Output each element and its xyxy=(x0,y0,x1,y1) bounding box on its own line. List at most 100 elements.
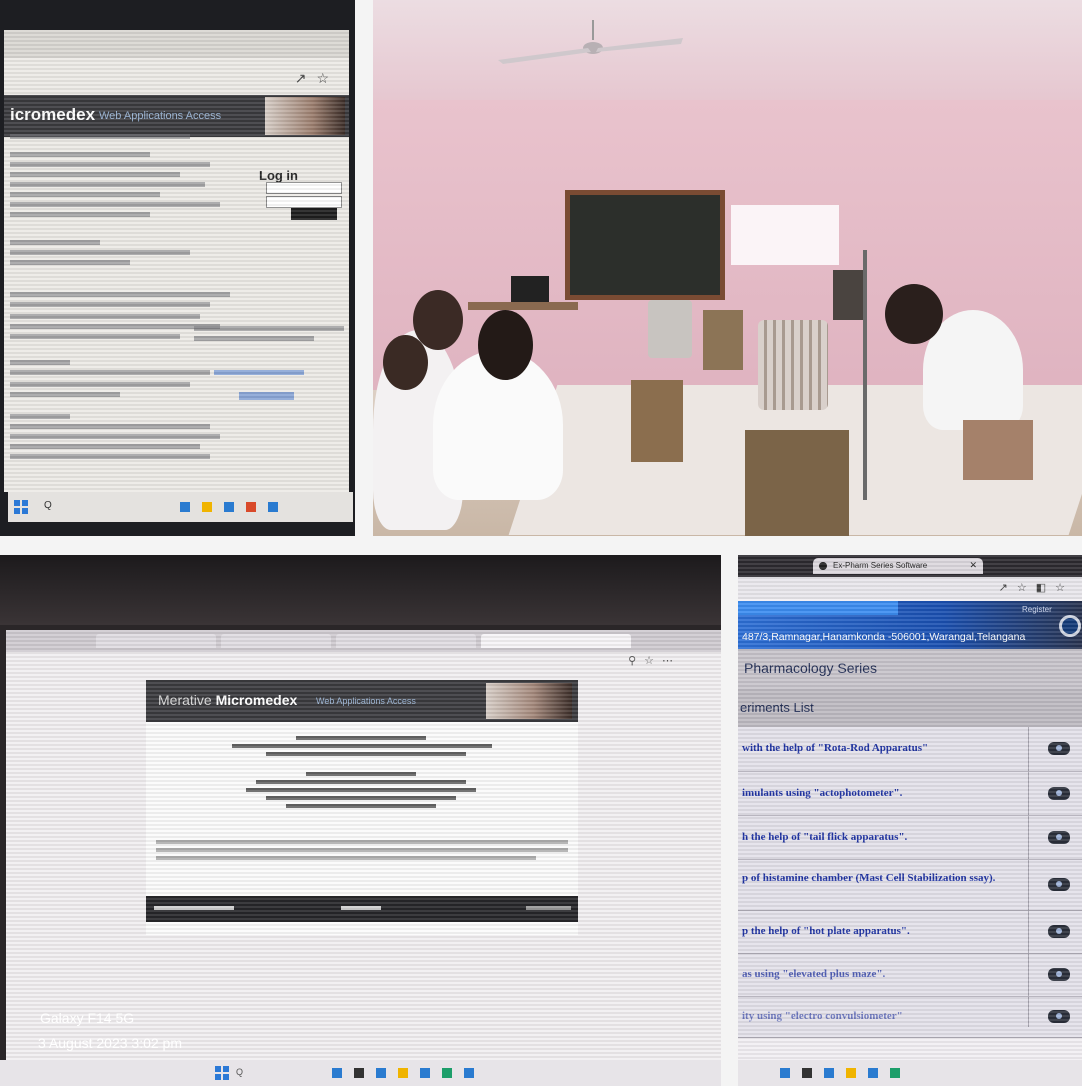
brand-subtitle: Web Applications Access xyxy=(316,696,416,706)
taskbar-app-icon[interactable] xyxy=(396,1066,410,1080)
apparatus-box xyxy=(703,310,743,370)
taskbar-app-icon[interactable] xyxy=(244,500,258,514)
micromedex-header: icromedex Web Applications Access xyxy=(4,95,349,137)
retort-rod xyxy=(863,250,867,500)
taskbar-app-icon[interactable] xyxy=(330,1066,344,1080)
software-screen: Ex-Pharm Series Software ✕ ↗☆◧☆ Register… xyxy=(738,555,1082,1060)
photo-pharmacology-lab xyxy=(373,0,1082,536)
experiment-row[interactable]: with the help of "Rota-Rod Apparatus" xyxy=(738,727,1082,772)
search-icon[interactable]: Q xyxy=(236,1067,243,1077)
windows-taskbar: Q xyxy=(0,1060,721,1086)
header-photo xyxy=(265,97,345,135)
photo-pharmacology-software: Ex-Pharm Series Software ✕ ↗☆◧☆ Register… xyxy=(738,555,1082,1086)
browser-tab-bar[interactable] xyxy=(4,30,349,58)
student-head xyxy=(885,284,943,344)
browser-toolbar-icons[interactable]: ↗☆ xyxy=(295,70,339,87)
photo-micromedex-logout: ⚲☆⋯ Merative Micromedex Web Applications… xyxy=(0,555,721,1086)
close-icon[interactable]: ✕ xyxy=(969,560,977,571)
camera-device-watermark: Galaxy F14 5G xyxy=(40,1010,135,1026)
taskbar-app-icon[interactable] xyxy=(462,1066,476,1080)
chalkboard xyxy=(565,190,725,300)
browser-tab[interactable] xyxy=(336,634,476,648)
logout-screen: ⚲☆⋯ Merative Micromedex Web Applications… xyxy=(6,630,721,1070)
login-title: Log in xyxy=(259,168,298,183)
taskbar-app-icon[interactable] xyxy=(418,1066,432,1080)
experiment-row[interactable]: p the help of "hot plate apparatus". xyxy=(738,911,1082,954)
taskbar-app-icon[interactable] xyxy=(800,1066,814,1080)
experiment-row[interactable]: p of histamine chamber (Mast Cell Stabil… xyxy=(738,860,1082,911)
browser-tab-active[interactable] xyxy=(481,634,631,648)
experiments-list-header: eriments List xyxy=(738,689,1082,727)
taskbar-app-icon[interactable] xyxy=(352,1066,366,1080)
search-icon[interactable]: Q xyxy=(44,500,52,511)
browser-tab[interactable]: Ex-Pharm Series Software ✕ xyxy=(813,558,983,574)
browser-tab-bar xyxy=(6,630,721,652)
open-experiment-button[interactable] xyxy=(1048,1010,1070,1023)
kymograph-drum xyxy=(648,300,692,358)
windows-start-icon[interactable] xyxy=(14,500,28,514)
apparatus-stand xyxy=(833,270,865,320)
login-screen: ↗☆ icromedex Web Applications Access Log… xyxy=(4,30,353,522)
username-field[interactable] xyxy=(266,182,342,194)
open-experiment-button[interactable] xyxy=(1048,831,1070,844)
micromedex-header: Merative Micromedex Web Applications Acc… xyxy=(146,680,578,722)
address-bar[interactable] xyxy=(10,60,270,74)
taskbar-app-icon[interactable] xyxy=(178,500,192,514)
student-head xyxy=(478,310,533,380)
taskbar-app-icon[interactable] xyxy=(778,1066,792,1080)
open-experiment-button[interactable] xyxy=(1048,878,1070,891)
browser-tab[interactable] xyxy=(221,634,331,648)
taskbar-app-icon[interactable] xyxy=(440,1066,454,1080)
kymograph-drum xyxy=(758,320,828,410)
ceiling-fan-icon xyxy=(498,20,683,64)
browser-tab[interactable] xyxy=(96,634,216,648)
stool xyxy=(963,420,1033,480)
open-experiment-button[interactable] xyxy=(1048,742,1070,755)
series-header: Pharmacology Series xyxy=(738,649,1082,689)
computer-monitor xyxy=(511,276,549,302)
browser-toolbar-icons[interactable]: ⚲☆⋯ xyxy=(628,654,681,667)
brand-subtitle: Web Applications Access xyxy=(99,110,222,122)
windows-start-icon[interactable] xyxy=(215,1066,229,1080)
taskbar-app-icon[interactable] xyxy=(822,1066,836,1080)
college-address: 487/3,Ramnagar,Hanamkonda -506001,Warang… xyxy=(742,631,1026,643)
tab-favicon-icon xyxy=(819,562,827,570)
open-experiment-button[interactable] xyxy=(1048,968,1070,981)
taskbar-app-icon[interactable] xyxy=(266,500,280,514)
tab-title: Ex-Pharm Series Software xyxy=(833,561,928,570)
college-banner: Register 487/3,Ramnagar,Hanamkonda -5060… xyxy=(738,601,1082,649)
taskbar-app-icon[interactable] xyxy=(374,1066,388,1080)
open-experiment-button[interactable] xyxy=(1048,787,1070,800)
page-footer xyxy=(146,896,578,922)
brand-name: icromedex xyxy=(10,105,96,124)
desk xyxy=(468,302,578,310)
monitor-bezel xyxy=(0,555,721,625)
header-photo xyxy=(486,683,572,719)
taskbar-app-icon[interactable] xyxy=(866,1066,880,1080)
student-head xyxy=(413,290,463,350)
experiment-row[interactable]: h the help of "tail flick apparatus". xyxy=(738,816,1082,860)
experiment-row[interactable]: ity using "electro convulsiometer" xyxy=(738,997,1082,1038)
experiment-row[interactable]: imulants using "actophotometer". xyxy=(738,772,1082,816)
taskbar-app-icon[interactable] xyxy=(888,1066,902,1080)
register-link[interactable]: Register xyxy=(1022,605,1052,614)
login-button[interactable] xyxy=(291,208,337,220)
brand-logo: Merative Micromedex xyxy=(158,692,298,708)
password-field[interactable] xyxy=(266,196,342,208)
experiment-row[interactable]: as using "elevated plus maze". xyxy=(738,954,1082,997)
taskbar-app-icon[interactable] xyxy=(222,500,236,514)
open-experiment-button[interactable] xyxy=(1048,925,1070,938)
projector-screen xyxy=(731,205,839,265)
apparatus-box xyxy=(745,430,849,536)
college-logo xyxy=(1059,615,1081,637)
experiments-list-title: eriments List xyxy=(740,700,814,715)
windows-taskbar: Q xyxy=(8,492,353,522)
photo-micromedex-login: ↗☆ icromedex Web Applications Access Log… xyxy=(0,0,355,536)
taskbar-app-icon[interactable] xyxy=(844,1066,858,1080)
browser-tab-bar: Ex-Pharm Series Software ✕ xyxy=(738,555,1082,577)
micromedex-page: Merative Micromedex Web Applications Acc… xyxy=(146,680,578,935)
windows-taskbar xyxy=(738,1060,1082,1086)
taskbar-app-icon[interactable] xyxy=(200,500,214,514)
address-bar[interactable]: ↗☆◧☆ xyxy=(738,577,1082,599)
browser-toolbar-icons[interactable]: ↗☆◧☆ xyxy=(999,581,1074,594)
